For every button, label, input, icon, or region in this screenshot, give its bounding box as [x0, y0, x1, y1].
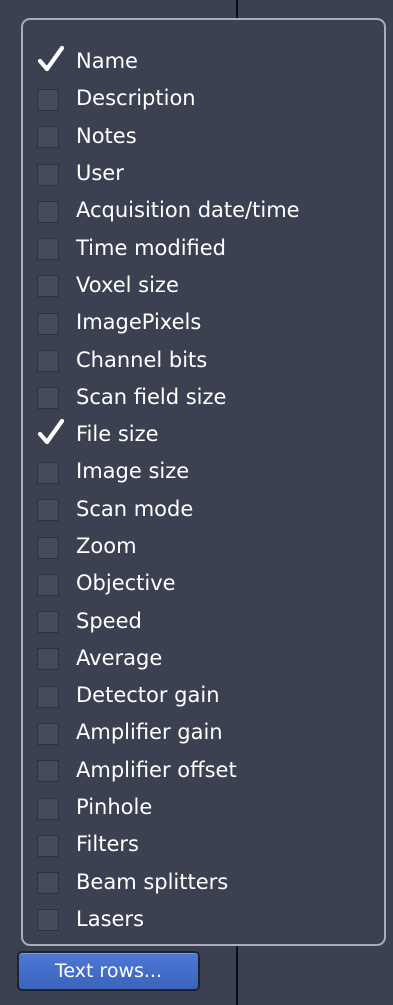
- column-option-label: Pinhole: [76, 795, 153, 820]
- column-option-item[interactable]: Filters: [37, 826, 300, 863]
- column-option-item[interactable]: Pinhole: [37, 789, 300, 826]
- column-option-item[interactable]: User: [37, 155, 300, 192]
- column-option-label: Lasers: [76, 906, 145, 931]
- column-option-item[interactable]: Lasers: [37, 901, 300, 938]
- column-option-label: Name: [76, 49, 138, 74]
- checkbox-unchecked[interactable]: [37, 611, 59, 634]
- checkbox-unchecked[interactable]: [37, 685, 59, 708]
- checkbox-unchecked[interactable]: [37, 909, 59, 932]
- checkbox-unchecked[interactable]: [37, 722, 59, 745]
- column-option-label: Amplifier offset: [76, 757, 237, 782]
- column-option-label: Filters: [76, 832, 139, 857]
- column-option-label: Scan mode: [76, 496, 194, 521]
- column-option-label: Voxel size: [76, 272, 179, 297]
- column-options-panel: Name Description Notes User Acquisition date…: [21, 18, 386, 946]
- checkbox-unchecked[interactable]: [37, 350, 59, 373]
- column-option-item[interactable]: Average: [37, 640, 300, 677]
- checkbox-unchecked[interactable]: [37, 275, 59, 298]
- column-option-item[interactable]: Name: [37, 43, 300, 80]
- column-option-label: Acquisition date/time: [76, 198, 300, 223]
- column-option-item[interactable]: Objective: [37, 565, 300, 602]
- column-option-item[interactable]: Channel bits: [37, 341, 300, 378]
- column-option-item[interactable]: Amplifier gain: [37, 714, 300, 751]
- column-option-item[interactable]: Scan field size: [37, 379, 300, 416]
- column-options-list: Name Description Notes User Acquisition date…: [37, 43, 300, 938]
- column-option-label: Detector gain: [76, 683, 220, 708]
- column-option-label: Description: [76, 86, 196, 111]
- column-option-item[interactable]: Voxel size: [37, 267, 300, 304]
- text-rows-button[interactable]: Text rows...: [17, 951, 200, 991]
- column-option-item[interactable]: Image size: [37, 453, 300, 490]
- column-option-label: Amplifier gain: [76, 720, 223, 745]
- checkbox-unchecked[interactable]: [37, 312, 59, 335]
- checkbox-checked[interactable]: [37, 45, 65, 74]
- column-option-label: File size: [76, 422, 159, 447]
- column-chooser-screen: Name Description Notes User Acquisition date…: [0, 0, 393, 1005]
- column-option-item[interactable]: Beam splitters: [37, 864, 300, 901]
- checkbox-unchecked[interactable]: [37, 461, 59, 484]
- column-option-label: Notes: [76, 123, 137, 148]
- column-option-item[interactable]: Time modified: [37, 229, 300, 266]
- column-option-label: Image size: [76, 459, 190, 484]
- column-option-item[interactable]: Acquisition date/time: [37, 192, 300, 229]
- checkbox-unchecked[interactable]: [37, 648, 59, 671]
- column-option-label: Average: [76, 645, 163, 670]
- checkbox-unchecked[interactable]: [37, 499, 59, 522]
- column-option-item[interactable]: File size: [37, 416, 300, 453]
- checkbox-checked[interactable]: [37, 418, 65, 447]
- column-option-item[interactable]: Amplifier offset: [37, 752, 300, 789]
- column-option-label: Channel bits: [76, 347, 208, 372]
- column-option-item[interactable]: Zoom: [37, 528, 300, 565]
- pane-divider-bottom: [236, 946, 238, 1005]
- checkbox-unchecked[interactable]: [37, 238, 59, 261]
- column-option-label: User: [76, 161, 124, 186]
- checkbox-unchecked[interactable]: [37, 797, 59, 820]
- checkbox-unchecked[interactable]: [37, 163, 59, 186]
- checkbox-unchecked[interactable]: [37, 760, 59, 783]
- checkbox-unchecked[interactable]: [37, 200, 59, 223]
- column-option-item[interactable]: Scan mode: [37, 491, 300, 528]
- checkbox-unchecked[interactable]: [37, 126, 59, 149]
- checkbox-unchecked[interactable]: [37, 872, 59, 895]
- column-option-label: Scan field size: [76, 384, 227, 409]
- checkbox-unchecked[interactable]: [37, 536, 59, 559]
- checkbox-unchecked[interactable]: [37, 573, 59, 596]
- column-option-label: Beam splitters: [76, 869, 229, 894]
- column-option-label: Objective: [76, 571, 176, 596]
- column-option-item[interactable]: Description: [37, 80, 300, 117]
- column-option-label: Time modified: [76, 235, 227, 260]
- column-option-item[interactable]: Speed: [37, 602, 300, 639]
- column-option-item[interactable]: Detector gain: [37, 677, 300, 714]
- column-option-label: ImagePixels: [76, 310, 202, 335]
- column-option-label: Speed: [76, 608, 142, 633]
- checkbox-unchecked[interactable]: [37, 834, 59, 857]
- column-option-label: Zoom: [76, 534, 137, 558]
- checkbox-unchecked[interactable]: [37, 387, 59, 410]
- pane-divider-top: [236, 0, 238, 20]
- checkmark-icon: [37, 418, 65, 444]
- column-option-item[interactable]: Notes: [37, 118, 300, 155]
- column-option-item[interactable]: ImagePixels: [37, 304, 300, 341]
- checkmark-icon: [37, 45, 65, 71]
- checkbox-unchecked[interactable]: [37, 88, 59, 111]
